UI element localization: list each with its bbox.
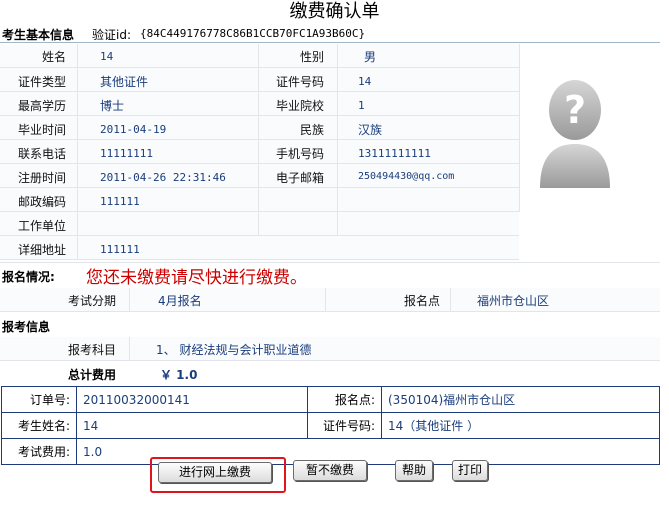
order-idno-label: 证件号码: <box>307 412 382 439</box>
pay-online-button[interactable]: 进行网上缴费 <box>158 462 272 483</box>
name-label: 姓名 <box>41 50 66 64</box>
col-divider <box>129 337 130 360</box>
gender-value: 男 <box>364 50 377 64</box>
order-no-value: 20110032000141 <box>76 386 308 413</box>
photo-area: ? <box>519 44 661 212</box>
site-label: 报名点 <box>403 294 440 308</box>
grad-time-label: 毕业时间 <box>17 123 66 137</box>
phone-label: 联系电话 <box>17 147 66 161</box>
svg-text:?: ? <box>564 88 586 132</box>
basic-info-heading: 考生基本信息 <box>2 28 75 42</box>
avatar-placeholder-icon: ? <box>540 80 610 188</box>
order-site-value: (350104)福州市仓山区 <box>381 386 660 413</box>
order-name-value: 14 <box>76 412 308 439</box>
nation-value: 汉族 <box>358 123 383 137</box>
idno-value: 14 <box>358 75 372 88</box>
print-button[interactable]: 打印 <box>452 460 488 481</box>
period-label: 考试分期 <box>67 294 116 308</box>
status-heading: 报名情况: <box>2 270 55 284</box>
subject-value: 1、 财经法规与会计职业道德 <box>156 343 312 357</box>
school-label: 毕业院校 <box>275 99 324 113</box>
col-divider <box>325 288 326 311</box>
col-divider <box>450 288 451 311</box>
email-value: 250494430@qq.com <box>358 171 455 182</box>
school-value: 1 <box>358 99 365 112</box>
verify-id-value: {84C449176778C86B1CCB70FC1A93B60C} <box>140 27 366 40</box>
subject-label: 报考科目 <box>67 343 116 357</box>
col-divider <box>77 44 78 260</box>
order-site-label: 报名点: <box>307 386 382 413</box>
order-no-label: 订单号: <box>1 386 77 413</box>
address-value: 111111 <box>100 243 140 256</box>
name-value: 14 <box>100 50 114 63</box>
email-label: 电子邮箱 <box>275 171 324 185</box>
mobile-value: 13111111111 <box>358 147 431 160</box>
education-value: 博士 <box>100 99 125 113</box>
reg-time-value: 2011-04-26 22:31:46 <box>100 171 226 184</box>
order-idno-value: 14（其他证件 ） <box>381 412 660 439</box>
zip-value: 111111 <box>100 195 140 208</box>
reg-time-label: 注册时间 <box>17 171 66 185</box>
total-fee-label: 总计费用 <box>67 368 116 382</box>
order-table: 订单号: 20110032000141 报名点: (350104)福州市仓山区 … <box>1 386 660 465</box>
page-title: 缴费确认单 <box>289 1 380 22</box>
address-label: 详细地址 <box>17 243 66 257</box>
site-value: 福州市仓山区 <box>477 294 550 308</box>
grad-time-value: 2011-04-19 <box>100 123 167 136</box>
order-name-label: 考生姓名: <box>1 412 77 439</box>
education-label: 最高学历 <box>17 99 66 113</box>
nation-label: 民族 <box>299 123 324 137</box>
help-button[interactable]: 帮助 <box>395 460 433 481</box>
gender-label: 性别 <box>299 50 324 64</box>
period-value: 4月报名 <box>158 294 202 308</box>
phone-value: 11111111 <box>100 147 153 160</box>
col-divider <box>129 288 130 311</box>
total-fee-value: ￥ 1.0 <box>160 368 198 382</box>
col-divider <box>337 44 338 236</box>
idtype-value: 其他证件 <box>100 75 149 89</box>
payment-warning: 您还未缴费请尽快进行缴费。 <box>86 268 307 288</box>
order-fee-label: 考试费用: <box>1 438 77 465</box>
work-label: 工作单位 <box>17 219 66 233</box>
zip-label: 邮政编码 <box>17 195 66 209</box>
pay-later-button[interactable]: 暂不缴费 <box>293 460 367 481</box>
exam-info-heading: 报考信息 <box>2 320 51 334</box>
mobile-label: 手机号码 <box>275 147 324 161</box>
verify-id-label: 验证id: <box>92 28 131 42</box>
idno-label: 证件号码 <box>275 75 324 89</box>
header-divider <box>0 42 660 43</box>
idtype-label: 证件类型 <box>17 75 66 89</box>
